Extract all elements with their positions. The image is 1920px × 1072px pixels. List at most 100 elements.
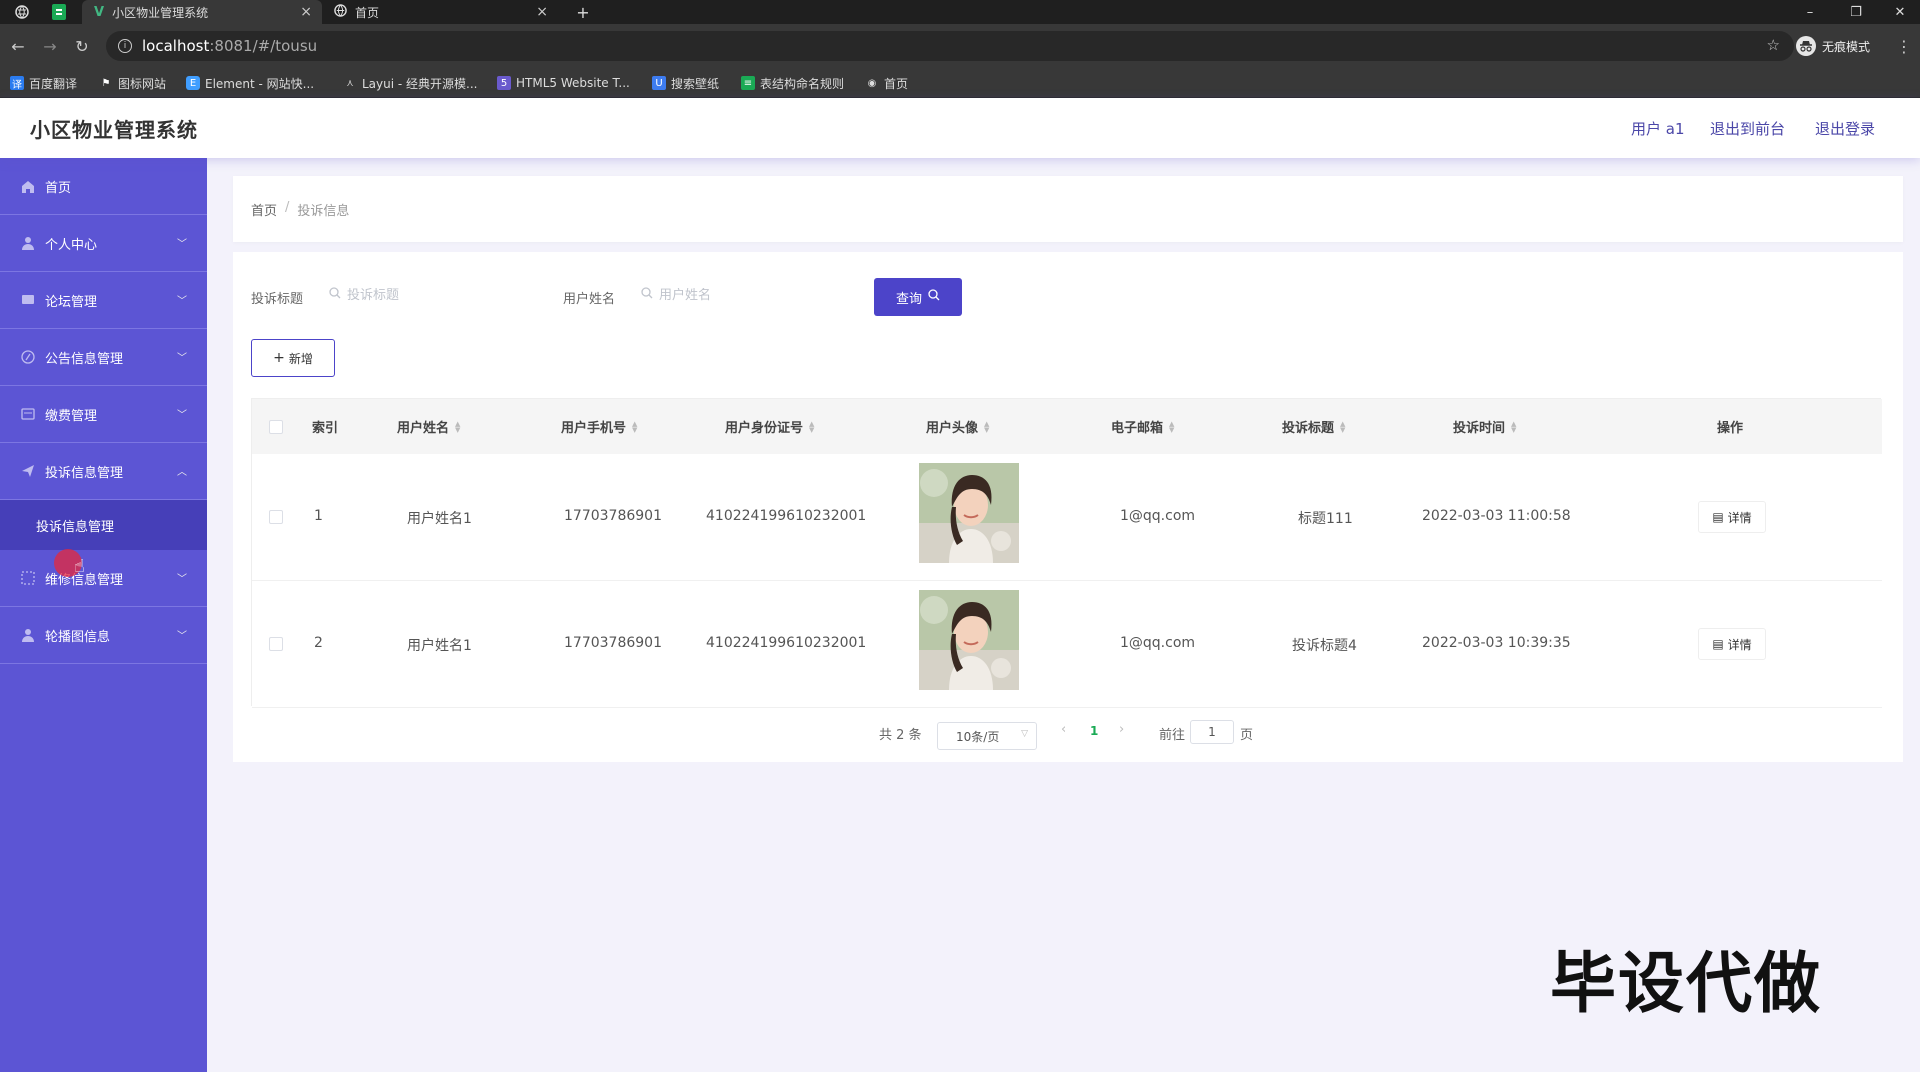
chevron-down-icon: ▽ [1021,729,1028,739]
url-field[interactable]: i localhost:8081/#/tousu ☆ [106,31,1794,61]
page-size-select[interactable]: 10条/页 ▽ [937,722,1037,750]
user-avatar[interactable] [919,590,1019,690]
globe-icon [334,4,347,20]
pinned-tab-icon[interactable] [52,4,66,20]
page-unit-label: 页 [1240,728,1254,743]
table-header: 索引 用户姓名 ▲ ▼ 用户手机号 ▲ ▼ 用户身份证号 ▲ ▼ 用户头像 ▲ ▼ 电子邮箱 ▲ ▼… [252,399,1882,454]
bookmark-item[interactable]: ⚑ 图标网站 [99,75,167,91]
sort-icon[interactable]: ▲ ▼ [455,420,460,433]
forward-icon[interactable]: → [40,36,60,56]
translate-icon: 译 [10,76,24,91]
sort-icon[interactable]: ▲ ▼ [1511,420,1516,433]
window-close-icon[interactable]: ✕ [1880,0,1920,24]
sidebar-item-repair[interactable]: 维修信息管理 ﹀ [0,550,207,607]
current-page[interactable]: 1 [1090,724,1098,752]
vue-logo-icon: V [94,4,105,20]
complaint-table: 索引 用户姓名 ▲ ▼ 用户手机号 ▲ ▼ 用户身份证号 ▲ ▼ 用户头像 ▲ ▼ 电子邮箱 ▲ ▼… [251,398,1882,708]
user-name-input[interactable] [659,287,819,303]
reload-icon[interactable]: ↻ [72,36,92,56]
column-header[interactable]: 用户身份证号 ▲ ▼ [725,417,814,436]
breadcrumb-home[interactable]: 首页 [251,200,277,219]
breadcrumb: 首页 / 投诉信息 [251,200,349,219]
column-header[interactable]: 用户姓名 ▲ ▼ [397,417,460,436]
goto-page-input[interactable]: 1 [1190,720,1234,744]
row-checkbox[interactable] [269,637,283,651]
incognito-indicator[interactable]: 无痕模式 [1796,34,1870,58]
column-header[interactable]: 用户手机号 ▲ ▼ [561,417,637,436]
column-header: 操作 [1717,421,1744,436]
filter-name-field[interactable] [627,278,837,312]
tab-label: 小区物业管理系统 [112,5,209,20]
detail-button[interactable]: ▤ 详情 [1698,628,1766,660]
sort-icon[interactable]: ▲ ▼ [984,420,989,433]
browser-globe-icon[interactable] [14,4,30,20]
sidebar-subitem-complaint-manage[interactable]: 投诉信息管理 [0,500,207,550]
select-all-checkbox[interactable] [269,420,283,434]
search-icon [329,287,341,303]
query-button[interactable]: 查询 [874,278,962,316]
column-header[interactable]: 电子邮箱 ▲ ▼ [1111,417,1174,436]
filter-title-label: 投诉标题 [251,292,304,307]
column-header[interactable]: 投诉标题 ▲ ▼ [1282,417,1345,436]
cell-idcard: 410224199610232001 [706,508,867,524]
home-icon [20,179,36,193]
sort-icon[interactable]: ▲ ▼ [809,420,814,433]
tab-close-icon[interactable]: × [536,4,548,20]
goto-label: 前往 [1159,728,1186,743]
sort-icon[interactable]: ▲ ▼ [1340,420,1345,433]
back-to-front-link[interactable]: 退出到前台 [1710,118,1785,139]
chevron-up-icon: ︿ [177,467,187,478]
sidebar: 首页 个人中心 ﹀ 论坛管理 ﹀ 公告信息管理 ﹀ 缴费管理 ﹀ 投诉信息管理 … [0,158,207,1072]
user-avatar[interactable] [919,463,1019,563]
restore-icon[interactable]: ❐ [1836,0,1876,24]
sort-icon[interactable]: ▲ ▼ [632,420,637,433]
bookmark-item[interactable]: ◉ 首页 [865,75,908,91]
info-icon[interactable]: i [118,39,132,53]
row-checkbox[interactable] [269,510,283,524]
filter-name-label: 用户姓名 [563,292,616,307]
tab-active[interactable]: V 小区物业管理系统 × [82,0,322,24]
bookmark-item[interactable]: U 搜索壁纸 [652,75,719,91]
chevron-down-icon: ﹀ [177,353,187,364]
back-icon[interactable]: ← [8,36,28,56]
column-header[interactable]: 用户头像 ▲ ▼ [926,417,989,436]
bookmark-item[interactable]: 译百度翻译 [10,75,77,91]
add-button[interactable]: + 新增 [251,339,335,377]
bookmark-item[interactable]: 5 HTML5 Website T... [497,75,630,91]
sort-icon[interactable]: ▲ ▼ [1169,420,1174,433]
bookmark-item[interactable]: E Element - 网站快... [186,75,314,91]
prev-page-icon[interactable]: ‹ [1061,722,1066,750]
sidebar-item-notice[interactable]: 公告信息管理 ﹀ [0,329,207,386]
plus-icon: + [273,350,285,366]
document-icon: ▤ [1712,637,1724,651]
minimize-icon[interactable]: – [1790,0,1830,24]
cell-phone: 17703786901 [564,635,662,651]
tab-close-icon[interactable]: × [300,4,312,20]
filter-title-field[interactable] [315,278,525,312]
main-card: 投诉标题 用户姓名 查询 + 新增 索引 用户姓名▲▼ 用户手机号▲▼ 用户身份… [233,252,1903,762]
next-page-icon[interactable]: › [1119,722,1124,750]
sidebar-item-complaint[interactable]: 投诉信息管理 ︿ [0,443,207,500]
column-header[interactable]: 投诉时间 ▲ ▼ [1453,417,1516,436]
sidebar-item-personal[interactable]: 个人中心 ﹀ [0,215,207,272]
new-tab-icon[interactable]: + [574,3,592,22]
complaint-title-input[interactable] [347,287,507,303]
pagination-total: 共 2 条 [879,728,922,743]
sidebar-item-payment[interactable]: 缴费管理 ﹀ [0,386,207,443]
address-bar: ← → ↻ i localhost:8081/#/tousu ☆ 无痕模式 ⋮ [0,24,1920,68]
logout-link[interactable]: 退出登录 [1815,118,1875,139]
more-menu-icon[interactable]: ⋮ [1894,36,1914,56]
payment-icon [20,407,36,421]
sidebar-item-home[interactable]: 首页 [0,158,207,215]
breadcrumb-current: 投诉信息 [297,204,350,219]
star-icon[interactable]: ☆ [1767,36,1780,54]
tab-second[interactable]: 首页 × [322,0,558,24]
sidebar-item-forum[interactable]: 论坛管理 ﹀ [0,272,207,329]
sidebar-item-carousel[interactable]: 轮播图信息 ﹀ [0,607,207,664]
app-header: 小区物业管理系统 用户 a1 退出到前台 退出登录 [0,98,1920,158]
bookmark-item[interactable]: ≡ 表结构命名规则 [741,75,844,91]
bookmark-item[interactable]: ⋏ Layui - 经典开源模... [343,75,477,91]
carousel-icon [20,628,36,642]
detail-button[interactable]: ▤ 详情 [1698,501,1766,533]
cell-idcard: 410224199610232001 [706,635,867,651]
